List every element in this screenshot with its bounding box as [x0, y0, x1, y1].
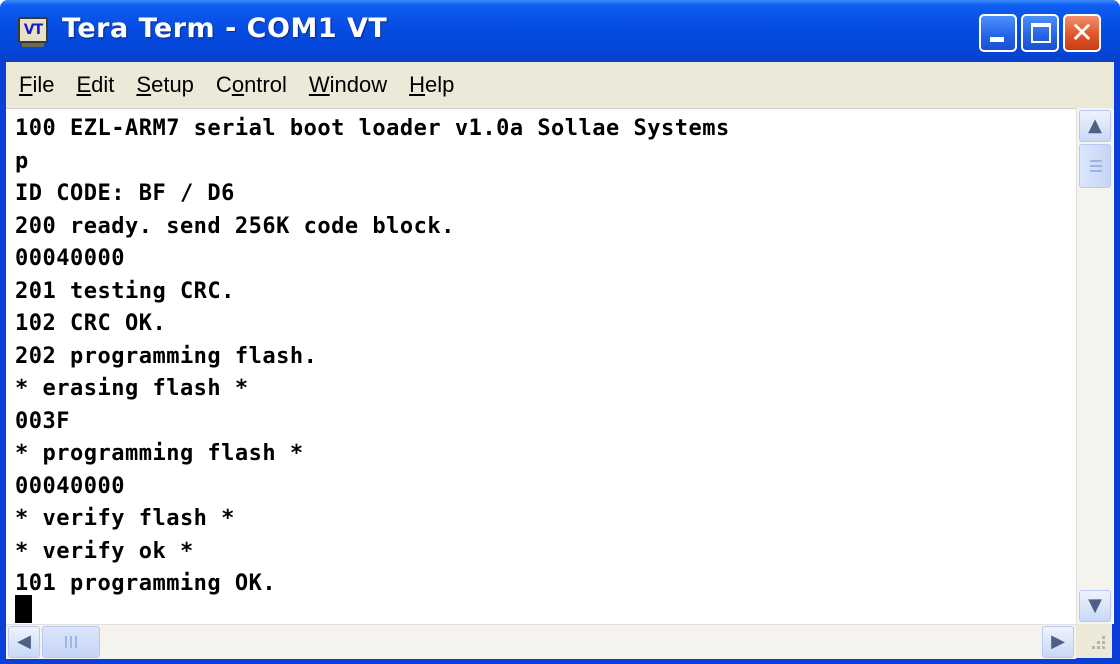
terminal-line: p [15, 148, 29, 174]
menu-control-label-start: C [215, 72, 232, 97]
minimize-button[interactable] [979, 14, 1017, 52]
menu-window[interactable]: Window [300, 72, 396, 98]
menu-edit-access-key: E [76, 72, 92, 97]
window-title: Tera Term - COM1 VT [62, 13, 388, 44]
terminal-line: 201 testing CRC. [15, 278, 235, 304]
vertical-scrollbar[interactable]: ▲ ▼ [1076, 108, 1113, 624]
tera-term-window: VT Tera Term - COM1 VT ✕ File Edit Setup… [0, 0, 1120, 664]
menu-control-label: ntrol [244, 72, 287, 97]
terminal-line: * erasing flash * [15, 376, 249, 401]
menu-help[interactable]: Help [400, 72, 463, 98]
menu-bar: File Edit Setup Control Window Help [6, 62, 1114, 108]
menu-edit[interactable]: Edit [67, 72, 123, 98]
terminal-line: * programming flash * [15, 441, 304, 466]
menu-window-label: indow [329, 72, 388, 97]
menu-setup-access-key: S [136, 72, 152, 97]
terminal-output: 100 EZL-ARM7 serial boot loader v1.0a So… [15, 113, 1075, 601]
vertical-scroll-thumb[interactable] [1079, 144, 1111, 188]
terminal-line: 00040000 [15, 246, 125, 271]
scroll-up-button[interactable]: ▲ [1079, 110, 1111, 142]
menu-edit-label: dit [91, 72, 115, 97]
arrow-right-icon: ▶ [1051, 631, 1065, 652]
title-bar[interactable]: VT Tera Term - COM1 VT ✕ [0, 0, 1120, 62]
minimize-icon [990, 37, 1004, 42]
terminal-line: 100 EZL-ARM7 serial boot loader v1.0a So… [15, 116, 730, 141]
terminal-line: * verify ok * [15, 538, 194, 564]
menu-help-access-key: H [409, 72, 425, 97]
menu-file-label: ile [32, 72, 55, 97]
scroll-down-button[interactable]: ▼ [1079, 590, 1111, 622]
maximize-icon [1031, 23, 1051, 43]
maximize-button[interactable] [1021, 14, 1059, 52]
terminal-line: 200 ready. send 256K code block. [15, 213, 455, 239]
close-button[interactable]: ✕ [1063, 14, 1101, 52]
resize-grip-icon[interactable] [1076, 624, 1112, 658]
terminal-line: 202 programming flash. [15, 343, 318, 369]
arrow-up-icon: ▲ [1088, 115, 1102, 136]
terminal-line: ID CODE: BF / D6 [15, 181, 235, 206]
menu-control-access-key: o [231, 72, 245, 97]
scroll-left-button[interactable]: ◀ [8, 626, 40, 658]
menu-file-access-key: F [19, 72, 33, 97]
arrow-left-icon: ◀ [17, 631, 31, 652]
arrow-down-icon: ▼ [1088, 595, 1102, 616]
terminal-line: 00040000 [15, 473, 125, 499]
menu-setup[interactable]: Setup [127, 72, 203, 98]
menu-setup-label: etup [151, 72, 194, 97]
scroll-right-button[interactable]: ▶ [1042, 626, 1074, 658]
horizontal-scroll-thumb[interactable] [42, 626, 100, 658]
tera-term-vt-icon[interactable]: VT [18, 17, 48, 47]
terminal-line: 101 programming OK. [15, 571, 277, 596]
close-icon: ✕ [1070, 16, 1094, 49]
terminal-screen[interactable]: 100 EZL-ARM7 serial boot loader v1.0a So… [6, 108, 1114, 624]
terminal-line: 102 CRC OK. [15, 311, 167, 336]
horizontal-scrollbar[interactable]: ◀ ▶ [6, 624, 1076, 659]
terminal-line: 003F [15, 408, 70, 434]
terminal-line: * verify flash * [15, 506, 235, 531]
menu-help-label: elp [425, 72, 455, 97]
text-cursor [15, 595, 32, 623]
menu-file[interactable]: File [10, 72, 63, 98]
menu-control[interactable]: Control [207, 72, 296, 98]
menu-window-access-key: W [308, 72, 330, 97]
